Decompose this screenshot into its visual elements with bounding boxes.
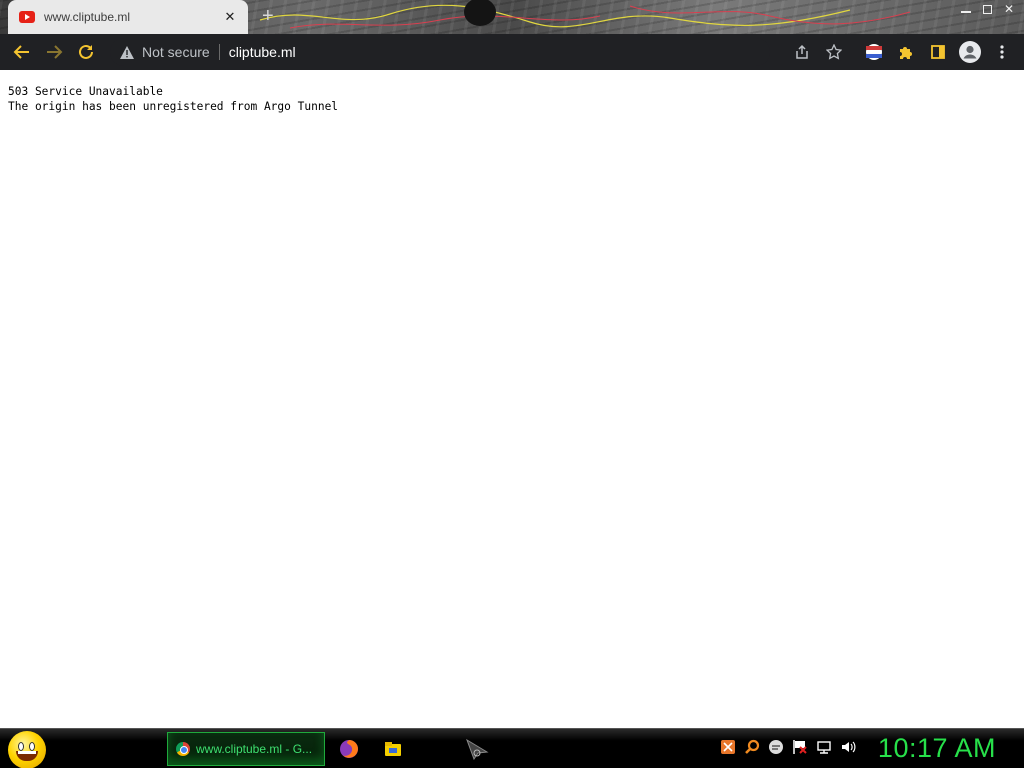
arrow-right-icon: [47, 45, 63, 59]
avatar-icon: [959, 41, 981, 63]
volume-icon[interactable]: [840, 739, 856, 755]
security-status[interactable]: Not secure: [142, 44, 210, 60]
tab-strip: www.cliptube.ml ✕ + ✕: [0, 0, 1024, 34]
maximize-icon[interactable]: [982, 4, 992, 14]
search-icon[interactable]: [744, 739, 760, 755]
file-explorer-icon[interactable]: [383, 739, 403, 759]
firefox-icon[interactable]: [339, 739, 359, 759]
error-message: The origin has been unregistered from Ar…: [8, 100, 339, 113]
theme-artwork: [259, 0, 911, 29]
menu-button[interactable]: [986, 36, 1018, 68]
arrow-left-icon: [13, 45, 29, 59]
error-heading: 503 Service Unavailable: [8, 85, 163, 98]
share-button[interactable]: [786, 36, 818, 68]
side-panel-icon: [931, 45, 945, 59]
extensions-button[interactable]: [890, 36, 922, 68]
reload-icon: [79, 44, 93, 59]
taskbar-chrome-window[interactable]: www.cliptube.ml - G...: [167, 732, 325, 766]
bookmark-button[interactable]: [818, 36, 850, 68]
browser-toolbar: Not secure cliptube.ml: [0, 34, 1024, 70]
antivirus-icon[interactable]: [720, 739, 736, 755]
toolbar-actions: [786, 36, 1018, 68]
browser-tab[interactable]: www.cliptube.ml ✕: [8, 0, 248, 34]
forward-button[interactable]: [38, 36, 70, 68]
taskbar-window-label: www.cliptube.ml - G...: [196, 742, 313, 756]
puzzle-icon: [900, 47, 912, 59]
window-close-icon[interactable]: ✕: [1004, 2, 1014, 16]
taskbar: www.cliptube.ml - G... 10:17 AM: [0, 728, 1024, 768]
smiley-eye: [18, 742, 24, 751]
youtube-favicon-icon: [19, 11, 35, 23]
share-icon: [796, 44, 808, 59]
cursor-app-icon[interactable]: [465, 738, 491, 760]
taskbar-clock[interactable]: 10:17 AM: [878, 733, 996, 764]
omnibox-divider: [218, 44, 220, 60]
new-tab-button[interactable]: +: [262, 5, 274, 28]
start-button-smiley-icon[interactable]: [8, 731, 46, 768]
smiley-eye: [29, 742, 35, 751]
reload-button[interactable]: [70, 36, 102, 68]
tab-title: www.cliptube.ml: [44, 10, 131, 24]
chrome-icon: [176, 742, 190, 756]
page-content: 503 Service Unavailable The origin has b…: [0, 70, 1024, 728]
side-panel-button[interactable]: [922, 36, 954, 68]
system-tray: [720, 739, 856, 755]
star-icon: [826, 44, 842, 60]
url-text[interactable]: cliptube.ml: [229, 44, 296, 60]
profile-button[interactable]: [954, 36, 986, 68]
action-center-flag-icon[interactable]: [792, 739, 808, 755]
smiley-teeth: [18, 751, 36, 754]
minimize-icon[interactable]: [960, 11, 971, 13]
kebab-menu-icon: [1000, 45, 1004, 59]
warning-icon[interactable]: [118, 45, 136, 59]
back-button[interactable]: [6, 36, 38, 68]
address-bar[interactable]: Not secure cliptube.ml: [110, 38, 770, 66]
flag-circle-icon: [866, 44, 882, 60]
network-icon[interactable]: [816, 739, 832, 755]
extension-flag-button[interactable]: [858, 36, 890, 68]
chat-icon[interactable]: [768, 739, 784, 755]
tab-close-icon[interactable]: ✕: [222, 9, 238, 25]
window-controls: ✕: [960, 0, 1014, 18]
